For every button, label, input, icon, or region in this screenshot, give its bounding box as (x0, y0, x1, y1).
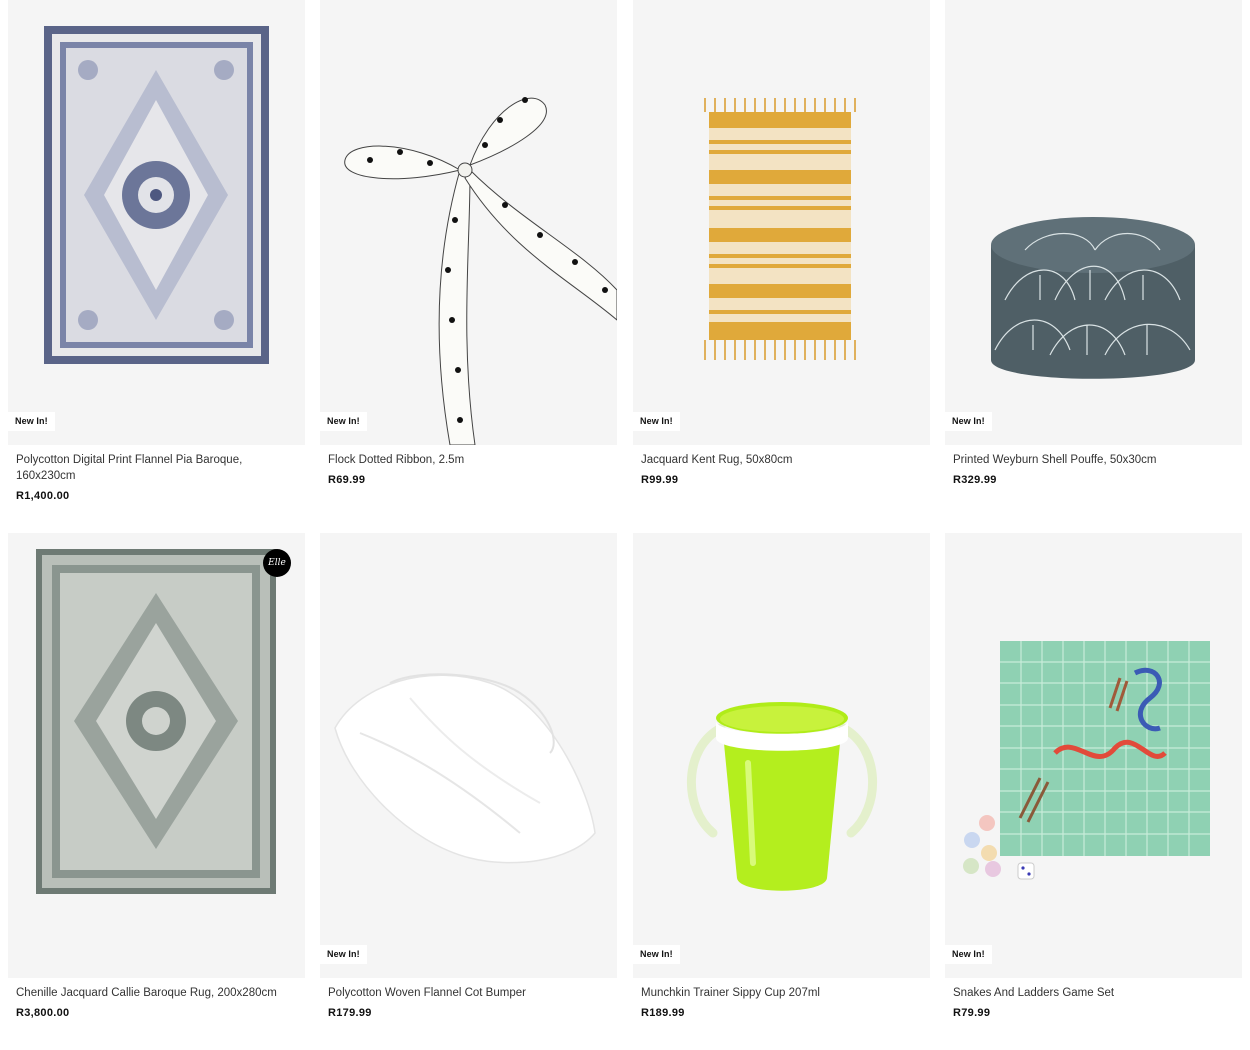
product-price: R189.99 (641, 1007, 685, 1019)
product-image[interactable] (8, 0, 305, 445)
product-title[interactable]: Chenille Jacquard Callie Baroque Rug, 20… (16, 985, 296, 1001)
product-card[interactable]: Elle Chenille Jacquard Callie Baroque Ru… (8, 533, 305, 1050)
new-in-badge: New In! (320, 945, 367, 964)
brand-logo-icon: Elle (263, 549, 291, 577)
product-price: R179.99 (328, 1007, 372, 1019)
product-image[interactable] (945, 0, 1242, 445)
product-title[interactable]: Jacquard Kent Rug, 50x80cm (641, 452, 921, 468)
product-price: R99.99 (641, 474, 679, 486)
product-image[interactable] (320, 533, 617, 978)
product-image[interactable]: Elle (8, 533, 305, 978)
product-card[interactable]: New In! Polycotton Woven Flannel Cot Bum… (320, 533, 617, 1050)
product-card[interactable]: New In! Munchkin Trainer Sippy Cup 207ml… (633, 533, 930, 1050)
product-card[interactable]: New In! Printed Weyburn Shell Pouffe, 50… (945, 0, 1242, 520)
product-title[interactable]: Snakes And Ladders Game Set (953, 985, 1233, 1001)
product-price: R329.99 (953, 474, 997, 486)
product-grid: New In! Polycotton Digital Print Flannel… (0, 0, 1250, 1050)
product-image[interactable] (633, 533, 930, 978)
product-price: R79.99 (953, 1007, 991, 1019)
new-in-badge: New In! (633, 412, 680, 431)
product-title[interactable]: Polycotton Woven Flannel Cot Bumper (328, 985, 608, 1001)
product-card[interactable]: New In! Jacquard Kent Rug, 50x80cm R99.9… (633, 0, 930, 520)
product-card[interactable]: New In! Flock Dotted Ribbon, 2.5m R69.99 (320, 0, 617, 520)
product-price: R69.99 (328, 474, 366, 486)
new-in-badge: New In! (633, 945, 680, 964)
new-in-badge: New In! (8, 412, 55, 431)
new-in-badge: New In! (945, 945, 992, 964)
product-title[interactable]: Munchkin Trainer Sippy Cup 207ml (641, 985, 921, 1001)
new-in-badge: New In! (320, 412, 367, 431)
product-price: R3,800.00 (16, 1007, 70, 1019)
new-in-badge: New In! (945, 412, 992, 431)
product-price: R1,400.00 (16, 490, 70, 502)
product-card[interactable]: New In! Polycotton Digital Print Flannel… (8, 0, 305, 520)
product-image[interactable] (633, 0, 930, 445)
product-image[interactable] (945, 533, 1242, 978)
product-image[interactable] (320, 0, 617, 445)
product-title[interactable]: Printed Weyburn Shell Pouffe, 50x30cm (953, 452, 1233, 468)
product-card[interactable]: New In! Snakes And Ladders Game Set R79.… (945, 533, 1242, 1050)
product-title[interactable]: Flock Dotted Ribbon, 2.5m (328, 452, 608, 468)
product-title[interactable]: Polycotton Digital Print Flannel Pia Bar… (16, 452, 296, 484)
